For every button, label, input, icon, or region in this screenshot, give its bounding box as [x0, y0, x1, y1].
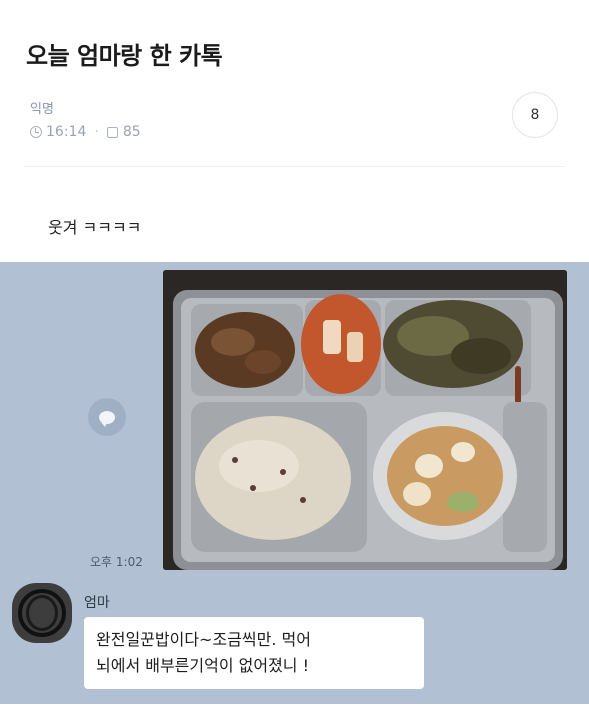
post-time: 16:14 [46, 124, 87, 140]
sender-avatar[interactable] [12, 583, 72, 643]
meal-tray-photo[interactable] [163, 270, 567, 570]
meal-tray-image [163, 270, 567, 570]
post-meta: 16:14 · 85 [30, 124, 141, 140]
meta-separator: · [94, 124, 99, 140]
share-button[interactable] [88, 398, 126, 436]
post-title: 오늘 엄마랑 한 카톡 [26, 42, 223, 70]
comment-count-button[interactable]: 8 [512, 92, 558, 138]
message-line-1: 완전일꾼밥이다~조금씩만. 먹어 [96, 630, 311, 649]
view-count: 85 [122, 124, 141, 140]
message-line-2: 뇌에서 배부른기억이 없어졌니 ! [96, 656, 310, 675]
bottom-edge [0, 704, 589, 711]
post-body-text: 웃겨 ㅋㅋㅋㅋ [48, 218, 142, 237]
header-divider [24, 166, 565, 167]
author-name[interactable]: 익명 [30, 98, 54, 117]
avatar-scribble-inner [26, 595, 58, 631]
photo-timestamp: 오후 1:02 [90, 555, 143, 569]
chat-bubble-icon [99, 410, 115, 427]
post-header: 오늘 엄마랑 한 카톡 익명 16:14 · 85 8 웃겨 ㅋㅋㅋㅋ [0, 0, 589, 237]
sender-name: 엄마 [84, 595, 110, 611]
message-bubble[interactable]: 완전일꾼밥이다~조금씩만. 먹어 뇌에서 배부른기억이 없어졌니 ! [84, 617, 424, 689]
clock-icon [30, 126, 42, 138]
view-count-icon [106, 126, 118, 138]
